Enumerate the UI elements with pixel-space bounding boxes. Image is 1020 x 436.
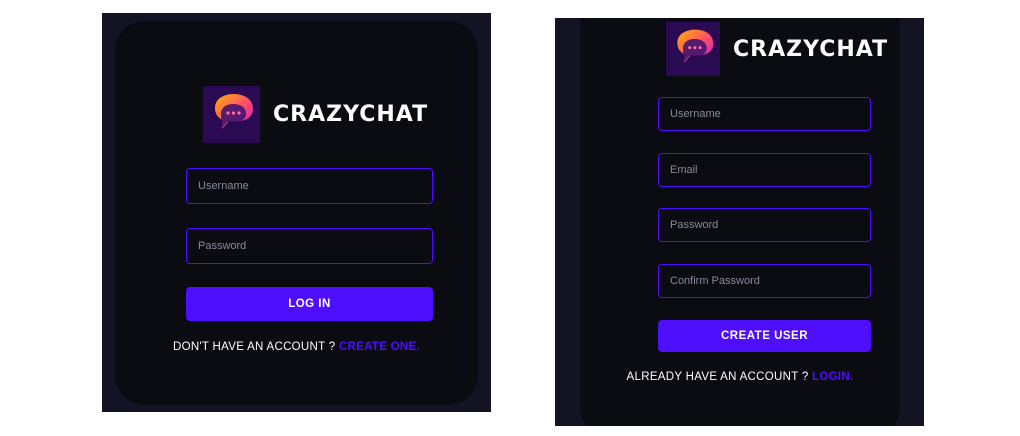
register-footer-text: ALREADY HAVE AN ACCOUNT ? — [626, 371, 813, 383]
brand-title: CRAZYCHAT — [273, 102, 429, 127]
chat-bubble-logo-icon — [203, 86, 260, 143]
login-link[interactable]: LOGIN. — [812, 371, 853, 383]
login-button[interactable]: LOG IN — [186, 287, 433, 321]
login-username-input[interactable] — [186, 168, 433, 204]
brand: CRAZYCHAT — [666, 22, 888, 76]
register-screen: CRAZYCHAT CREATE USER ALREADY HAVE AN AC… — [555, 18, 924, 426]
register-email-input[interactable] — [658, 153, 871, 187]
brand-title: CRAZYCHAT — [733, 36, 889, 62]
create-user-button[interactable]: CREATE USER — [658, 320, 871, 352]
register-confirm-password-input[interactable] — [658, 264, 871, 298]
brand: CRAZYCHAT — [203, 86, 428, 143]
register-password-input[interactable] — [658, 208, 871, 242]
chat-bubble-logo-icon — [666, 22, 720, 76]
register-footer: ALREADY HAVE AN ACCOUNT ? LOGIN. — [580, 371, 900, 383]
register-username-input[interactable] — [658, 97, 871, 131]
login-password-input[interactable] — [186, 228, 433, 264]
login-footer: DON'T HAVE AN ACCOUNT ? CREATE ONE. — [115, 341, 478, 353]
create-account-link[interactable]: CREATE ONE. — [339, 341, 420, 353]
login-card: CRAZYCHAT LOG IN DON'T HAVE AN ACCOUNT ?… — [115, 21, 478, 405]
login-footer-text: DON'T HAVE AN ACCOUNT ? — [172, 341, 339, 353]
login-screen: CRAZYCHAT LOG IN DON'T HAVE AN ACCOUNT ?… — [102, 13, 491, 412]
register-card: CRAZYCHAT CREATE USER ALREADY HAVE AN AC… — [580, 18, 900, 426]
